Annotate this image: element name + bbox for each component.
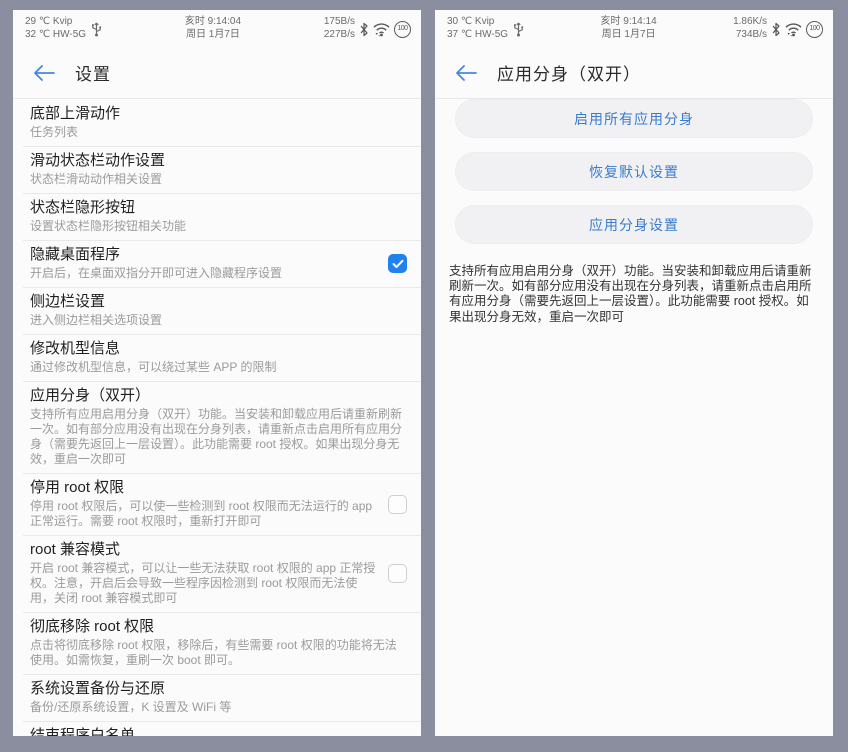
item-subtitle: 进入侧边栏相关选项设置: [30, 313, 407, 328]
app-twin-header: 应用分身（双开）: [435, 48, 833, 99]
item-title: 应用分身（双开）: [30, 387, 407, 405]
page-title: 设置: [75, 60, 111, 85]
item-title: 修改机型信息: [30, 340, 407, 358]
back-arrow-icon[interactable]: [33, 65, 55, 81]
list-item-kill-apps-whitelist[interactable]: 结束程序白名单: [13, 721, 421, 736]
status-time: 亥时 9:14:04: [185, 16, 241, 29]
usb-icon: [513, 20, 524, 37]
status-date: 周日 1月7日: [600, 29, 656, 42]
checkbox-checked[interactable]: [388, 254, 407, 273]
wifi-icon: [784, 22, 803, 37]
list-item-statusbar-invisible-button[interactable]: 状态栏隐形按钮 设置状态栏隐形按钮相关功能: [13, 193, 421, 240]
status-temp-2: 37 ℃ HW-5G: [447, 29, 508, 42]
item-title: 结束程序白名单: [30, 727, 407, 736]
status-upload-speed: 175B/s: [324, 16, 355, 29]
battery-circle-icon: 100: [394, 21, 411, 38]
item-title: 底部上滑动作: [30, 105, 407, 123]
list-item-app-twin[interactable]: 应用分身（双开） 支持所有应用启用分身（双开）功能。当安装和卸载应用后请重新刷新…: [13, 381, 421, 473]
item-title: 侧边栏设置: [30, 293, 407, 311]
restore-default-settings-button[interactable]: 恢复默认设置: [455, 152, 813, 191]
settings-screen: 29 ℃ Kvip 32 ℃ HW-5G 亥时 9:14:0: [13, 10, 421, 736]
item-title: 彻底移除 root 权限: [30, 618, 407, 636]
item-subtitle: 开启后，在桌面双指分开即可进入隐藏程序设置: [30, 266, 378, 281]
status-temp-2: 32 ℃ HW-5G: [25, 29, 86, 42]
list-item-bottom-swipe[interactable]: 底部上滑动作 任务列表: [13, 99, 421, 146]
list-item-disable-root[interactable]: 停用 root 权限 停用 root 权限后，可以使一些检测到 root 权限而…: [13, 473, 421, 535]
settings-header: 设置: [13, 48, 421, 99]
app-twin-description: 支持所有应用启用分身（双开）功能。当安装和卸载应用后请重新刷新一次。如有部分应用…: [435, 258, 833, 325]
status-download-speed: 734B/s: [733, 29, 767, 42]
status-temp-1: 29 ℃ Kvip: [25, 16, 86, 29]
item-title: 系统设置备份与还原: [30, 680, 407, 698]
item-subtitle: 停用 root 权限后，可以使一些检测到 root 权限而无法运行的 app 正…: [30, 499, 378, 529]
item-subtitle: 设置状态栏隐形按钮相关功能: [30, 219, 407, 234]
item-subtitle: 开启 root 兼容模式，可以让一些无法获取 root 权限的 app 正常授权…: [30, 561, 378, 606]
list-item-sidebar-settings[interactable]: 侧边栏设置 进入侧边栏相关选项设置: [13, 287, 421, 334]
checkbox-unchecked[interactable]: [388, 495, 407, 514]
usb-icon: [91, 20, 102, 37]
item-title: 停用 root 权限: [30, 479, 378, 497]
status-date: 周日 1月7日: [185, 29, 241, 42]
settings-list: 底部上滑动作 任务列表 滑动状态栏动作设置 状态栏滑动动作相关设置 状态栏隐形按…: [13, 99, 421, 736]
item-title: 滑动状态栏动作设置: [30, 152, 407, 170]
page-title: 应用分身（双开）: [497, 60, 641, 85]
item-title: root 兼容模式: [30, 541, 378, 559]
list-item-root-compat-mode[interactable]: root 兼容模式 开启 root 兼容模式，可以让一些无法获取 root 权限…: [13, 535, 421, 612]
item-title: 状态栏隐形按钮: [30, 199, 407, 217]
status-temp-1: 30 ℃ Kvip: [447, 16, 508, 29]
status-time: 亥时 9:14:14: [600, 16, 656, 29]
enable-all-app-twin-button[interactable]: 启用所有应用分身: [455, 99, 813, 138]
item-subtitle: 点击将彻底移除 root 权限，移除后，有些需要 root 权限的功能将无法使用…: [30, 638, 407, 668]
wifi-icon: [372, 22, 391, 37]
app-twin-screen: 30 ℃ Kvip 37 ℃ HW-5G 亥时 9:14:1: [435, 10, 833, 736]
item-subtitle: 任务列表: [30, 125, 407, 140]
back-arrow-icon[interactable]: [455, 65, 477, 81]
checkmark-icon: [392, 259, 404, 269]
app-twin-settings-button[interactable]: 应用分身设置: [455, 205, 813, 244]
item-subtitle: 状态栏滑动动作相关设置: [30, 172, 407, 187]
status-download-speed: 227B/s: [324, 29, 355, 42]
status-bar: 30 ℃ Kvip 37 ℃ HW-5G 亥时 9:14:1: [435, 10, 833, 48]
battery-circle-icon: 100: [806, 21, 823, 38]
list-item-modify-model-info[interactable]: 修改机型信息 通过修改机型信息，可以绕过某些 APP 的限制: [13, 334, 421, 381]
item-title: 隐藏桌面程序: [30, 246, 378, 264]
list-item-remove-root[interactable]: 彻底移除 root 权限 点击将彻底移除 root 权限，移除后，有些需要 ro…: [13, 612, 421, 674]
item-subtitle: 备份/还原系统设置，K 设置及 WiFi 等: [30, 700, 407, 715]
bluetooth-icon: [359, 22, 369, 37]
status-upload-speed: 1.86K/s: [733, 16, 767, 29]
list-item-backup-restore[interactable]: 系统设置备份与还原 备份/还原系统设置，K 设置及 WiFi 等: [13, 674, 421, 721]
checkbox-unchecked[interactable]: [388, 564, 407, 583]
list-item-statusbar-swipe[interactable]: 滑动状态栏动作设置 状态栏滑动动作相关设置: [13, 146, 421, 193]
item-subtitle: 支持所有应用启用分身（双开）功能。当安装和卸载应用后请重新刷新一次。如有部分应用…: [30, 407, 407, 467]
bluetooth-icon: [771, 22, 781, 37]
status-bar: 29 ℃ Kvip 32 ℃ HW-5G 亥时 9:14:0: [13, 10, 421, 48]
list-item-hide-launcher-apps[interactable]: 隐藏桌面程序 开启后，在桌面双指分开即可进入隐藏程序设置: [13, 240, 421, 287]
item-subtitle: 通过修改机型信息，可以绕过某些 APP 的限制: [30, 360, 407, 375]
